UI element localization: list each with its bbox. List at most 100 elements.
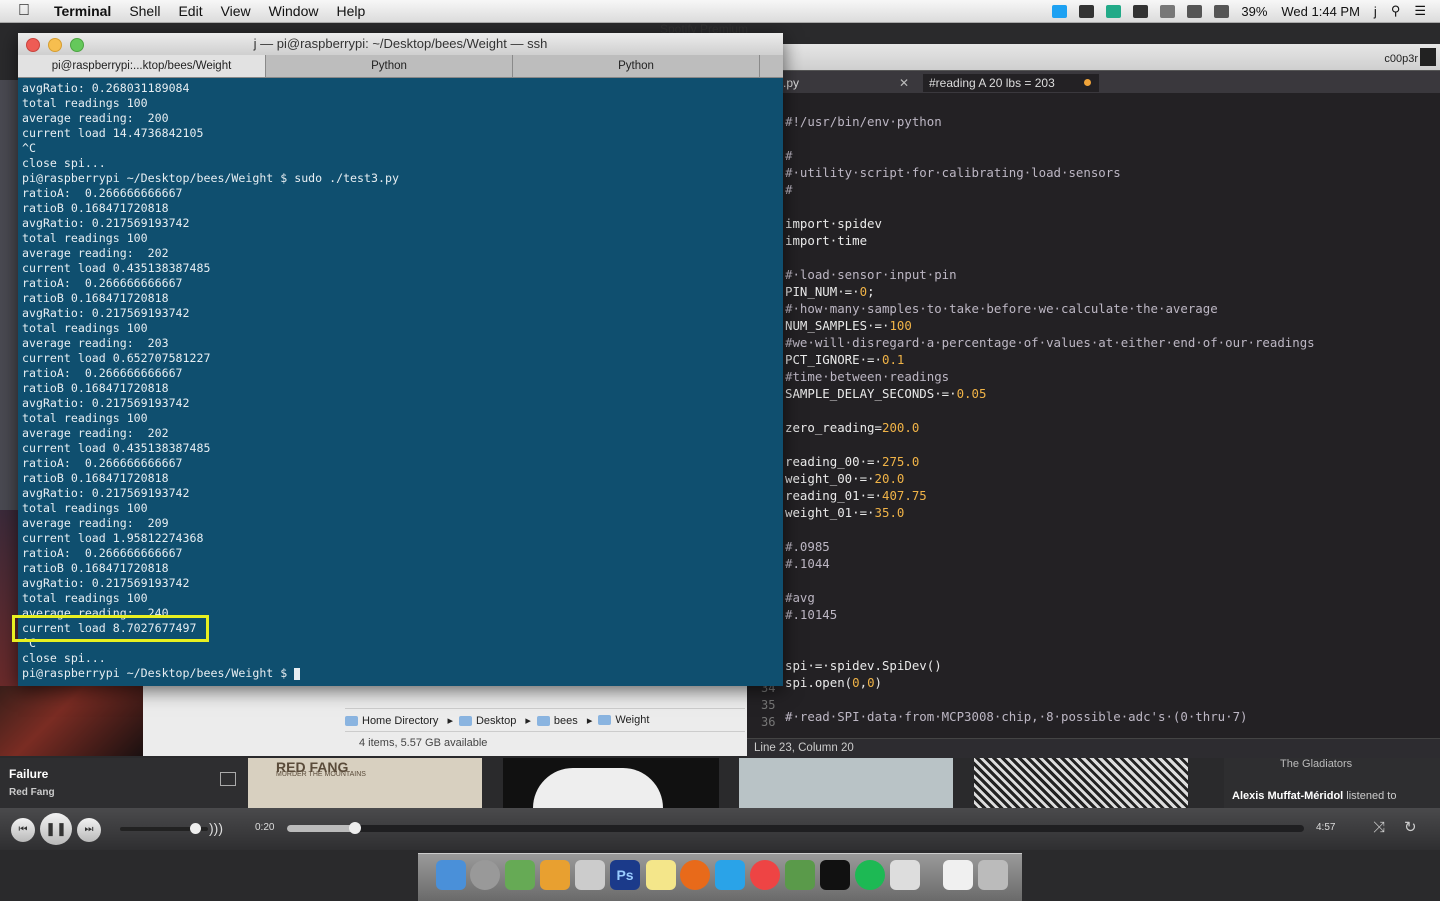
menu-window[interactable]: Window: [269, 3, 319, 19]
album-art[interactable]: [503, 758, 719, 808]
spotify-username[interactable]: c00p3r: [1384, 53, 1418, 65]
cloud-icon[interactable]: [1133, 4, 1149, 18]
sublime-icon[interactable]: [540, 860, 570, 890]
terminal-line: pi@raspberrypi ~/Desktop/bees/Weight $: [22, 666, 301, 680]
home-icon: [345, 715, 358, 726]
editor-tab-active[interactable]: #reading A 20 lbs = 203: [923, 74, 1099, 92]
airplay-icon[interactable]: [1160, 4, 1176, 18]
code-line: weight_01·=·35.0: [785, 505, 904, 520]
twitter-icon[interactable]: [715, 860, 745, 890]
terminal-titlebar[interactable]: j — pi@raspberrypi: ~/Desktop/bees/Weigh…: [18, 33, 783, 55]
notification-center-icon[interactable]: ☰: [1414, 3, 1426, 19]
terminal-line: avgRatio: 0.217569193742: [22, 486, 190, 500]
close-button[interactable]: [26, 38, 40, 52]
progress-bar[interactable]: [287, 822, 1304, 834]
volume-slider[interactable]: [120, 823, 208, 834]
shuffle-icon[interactable]: ⤨: [1373, 819, 1385, 836]
menu-view[interactable]: View: [221, 3, 251, 19]
track-artist[interactable]: Red Fang: [9, 787, 55, 798]
code-token: #: [785, 182, 793, 197]
album-art[interactable]: [974, 758, 1188, 808]
terminal-line: ^C: [22, 141, 36, 155]
terminal-icon[interactable]: [820, 860, 850, 890]
calculator-icon[interactable]: [890, 860, 920, 890]
evernote-icon[interactable]: [785, 860, 815, 890]
path-home[interactable]: Home Directory ▸: [345, 714, 453, 727]
folder-icon[interactable]: [1079, 4, 1095, 18]
tab-python-2[interactable]: Python: [513, 55, 760, 77]
code-token: #.10145: [785, 607, 838, 622]
spotify-icon[interactable]: [855, 860, 885, 890]
terminal-line: average reading: 203: [22, 336, 169, 350]
code-token: import·spidev: [785, 216, 882, 231]
code-token: 407.75: [881, 488, 927, 503]
path-desktop[interactable]: Desktop ▸: [458, 714, 531, 727]
dropbox-icon[interactable]: [1106, 4, 1122, 18]
zoom-button[interactable]: [70, 38, 84, 52]
menu-app-name[interactable]: Terminal: [54, 3, 111, 19]
clock[interactable]: Wed 1:44 PM: [1281, 4, 1360, 19]
system-preferences-icon[interactable]: [575, 860, 605, 890]
code-token: spi·=·spidev.SpiDev(): [785, 658, 942, 673]
album-art[interactable]: RED FANG MURDER THE MOUNTAINS: [248, 758, 482, 808]
track-title[interactable]: Failure: [9, 767, 48, 781]
volume-knob[interactable]: [189, 823, 201, 834]
code-token: #!/usr/bin/env·python: [785, 114, 942, 129]
repeat-icon[interactable]: ↻: [1404, 818, 1417, 836]
minimize-button[interactable]: [48, 38, 62, 52]
path-weight[interactable]: Weight: [598, 714, 655, 726]
volume-icon[interactable]: [1214, 4, 1230, 18]
editor-tab-py[interactable]: .py ✕: [783, 74, 913, 92]
menu-shell[interactable]: Shell: [129, 3, 160, 19]
terminal-line: average reading: 202: [22, 246, 169, 260]
apple-icon[interactable]: : [18, 2, 40, 20]
code-token: weight_01·=·: [785, 505, 875, 520]
code-token: weight_00·=·: [785, 471, 875, 486]
menu-edit[interactable]: Edit: [178, 3, 202, 19]
code-line: reading_00·=·275.0: [785, 454, 919, 469]
feed-entry[interactable]: Alexis Muffat-Méridol listened to: [1232, 790, 1396, 802]
tab-python-1[interactable]: Python: [266, 55, 513, 77]
terminal-line: ratioB 0.168471720818: [22, 381, 169, 395]
path-bees[interactable]: bees ▸: [536, 714, 592, 727]
unsaved-dot-icon[interactable]: [1084, 79, 1091, 86]
battery-percent[interactable]: 39%: [1241, 4, 1267, 19]
tab-ssh[interactable]: pi@raspberrypi:...ktop/bees/Weight: [18, 55, 266, 77]
folder-icon: [598, 715, 612, 726]
menu-help[interactable]: Help: [336, 3, 365, 19]
chrome-icon[interactable]: [750, 860, 780, 890]
spotify-toolbar: c00p3r: [783, 44, 1440, 71]
terminal-line: average reading: 200: [22, 111, 169, 125]
close-icon[interactable]: ✕: [899, 74, 909, 92]
next-button[interactable]: ⏭: [77, 818, 101, 842]
code-token: #·read·SPI·data·from·MCP3008·chip,·8·pos…: [785, 709, 1248, 724]
progress-knob[interactable]: [349, 822, 362, 834]
user-menu[interactable]: j: [1374, 4, 1377, 19]
share-icon[interactable]: [220, 772, 236, 786]
photoshop-icon[interactable]: Ps: [610, 860, 640, 890]
previous-button[interactable]: ⏮: [11, 818, 35, 842]
launchpad-icon[interactable]: [470, 860, 500, 890]
elapsed-time: 0:20: [255, 822, 275, 833]
feed-album[interactable]: The Gladiators: [1280, 758, 1352, 770]
pause-button[interactable]: ❚❚: [40, 813, 72, 845]
code-line: #.0985: [785, 539, 830, 554]
finder-icon[interactable]: [436, 860, 466, 890]
highlight-box: [12, 615, 209, 642]
wifi-icon[interactable]: [1187, 4, 1203, 18]
window-title: j — pi@raspberrypi: ~/Desktop/bees/Weigh…: [253, 36, 548, 51]
dock: Ps: [418, 853, 1022, 901]
spotlight-icon[interactable]: ⚲: [1391, 3, 1401, 19]
code-line: #avg: [785, 590, 815, 605]
trash-icon[interactable]: [978, 860, 1008, 890]
document-icon[interactable]: [943, 860, 973, 890]
firefox-icon[interactable]: [680, 860, 710, 890]
album-art[interactable]: [739, 758, 953, 808]
terminal-line: total readings 100: [22, 591, 148, 605]
window-controls: [26, 38, 92, 52]
mission-control-icon[interactable]: [505, 860, 535, 890]
code-token: ): [874, 675, 883, 690]
twitter-icon[interactable]: [1052, 4, 1068, 18]
stickies-icon[interactable]: [646, 860, 676, 890]
avatar[interactable]: [1420, 48, 1436, 66]
